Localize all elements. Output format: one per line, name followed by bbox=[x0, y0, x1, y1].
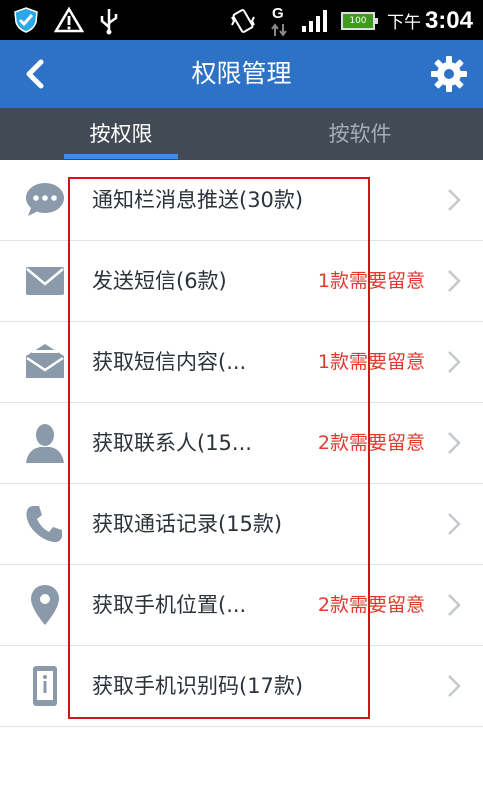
status-bar: G 100 下午 3:04 bbox=[0, 0, 483, 40]
chevron-right-icon bbox=[448, 351, 461, 373]
active-tab-indicator bbox=[64, 154, 178, 159]
clock: 3:04 bbox=[424, 7, 473, 34]
shield-icon bbox=[14, 7, 38, 33]
warning-text: 2款需要留意 bbox=[317, 432, 425, 454]
phone-icon bbox=[26, 506, 62, 543]
status-icons-right: G 100 下午 3:04 bbox=[229, 4, 473, 38]
person-icon bbox=[26, 424, 64, 463]
chevron-right-icon bbox=[448, 594, 461, 616]
network-g-icon: G bbox=[271, 5, 287, 37]
open-envelope-icon bbox=[26, 344, 64, 378]
gear-icon[interactable] bbox=[429, 54, 469, 94]
list-item-call-log[interactable]: 获取通话记录(15款) bbox=[0, 484, 483, 565]
chevron-right-icon bbox=[448, 189, 461, 211]
battery-icon: 100 bbox=[340, 12, 378, 30]
list-item-contacts[interactable]: 获取联系人(15... 2款需要留意 bbox=[0, 403, 483, 484]
warning-text: 1款需要留意 bbox=[317, 270, 425, 292]
signal-icon bbox=[301, 10, 327, 32]
vibrate-icon bbox=[231, 9, 255, 33]
warning-icon bbox=[54, 6, 84, 33]
time-label: 下午 bbox=[386, 13, 421, 33]
list-item-notification-push[interactable]: 通知栏消息推送(30款) bbox=[0, 160, 483, 241]
usb-icon bbox=[100, 9, 118, 35]
warning-text: 1款需要留意 bbox=[317, 351, 425, 373]
tab-bar: 按权限 按软件 bbox=[0, 108, 483, 160]
svg-text:G: G bbox=[272, 5, 284, 22]
device-id-icon bbox=[33, 666, 57, 706]
list-item-label: 获取联系人(15... bbox=[92, 431, 252, 455]
list-item-send-sms[interactable]: 发送短信(6款) 1款需要留意 bbox=[0, 241, 483, 322]
list-item-label: 获取通话记录(15款) bbox=[92, 512, 283, 536]
list-item-label: 通知栏消息推送(30款) bbox=[92, 188, 304, 212]
chat-bubble-icon bbox=[26, 183, 64, 216]
tab-by-software[interactable]: 按软件 bbox=[300, 108, 420, 160]
status-icons-left bbox=[12, 5, 120, 35]
list-item-label: 获取手机识别码(17款) bbox=[92, 674, 304, 698]
tab-by-permission[interactable]: 按权限 bbox=[62, 108, 180, 160]
warning-text: 2款需要留意 bbox=[317, 594, 425, 616]
list-item-location[interactable]: 获取手机位置(... 2款需要留意 bbox=[0, 565, 483, 646]
list-item-read-sms[interactable]: 获取短信内容(... 1款需要留意 bbox=[0, 322, 483, 403]
page-title: 权限管理 bbox=[191, 59, 292, 88]
envelope-icon bbox=[26, 267, 64, 295]
list-item-label: 获取手机位置(... bbox=[92, 593, 247, 617]
chevron-right-icon bbox=[448, 270, 461, 292]
back-icon[interactable] bbox=[16, 54, 56, 94]
chevron-right-icon bbox=[448, 432, 461, 454]
list-item-label: 获取短信内容(... bbox=[92, 350, 247, 374]
list-item-device-id[interactable]: 获取手机识别码(17款) bbox=[0, 646, 483, 727]
list-item-label: 发送短信(6款) bbox=[92, 269, 227, 293]
chevron-right-icon bbox=[448, 513, 461, 535]
chevron-right-icon bbox=[448, 675, 461, 697]
app-header: 权限管理 bbox=[0, 40, 483, 108]
location-pin-icon bbox=[31, 585, 59, 625]
permission-list: 通知栏消息推送(30款) 发送短信(6款) 1款需要留意 获取短信内容(... … bbox=[0, 160, 483, 727]
